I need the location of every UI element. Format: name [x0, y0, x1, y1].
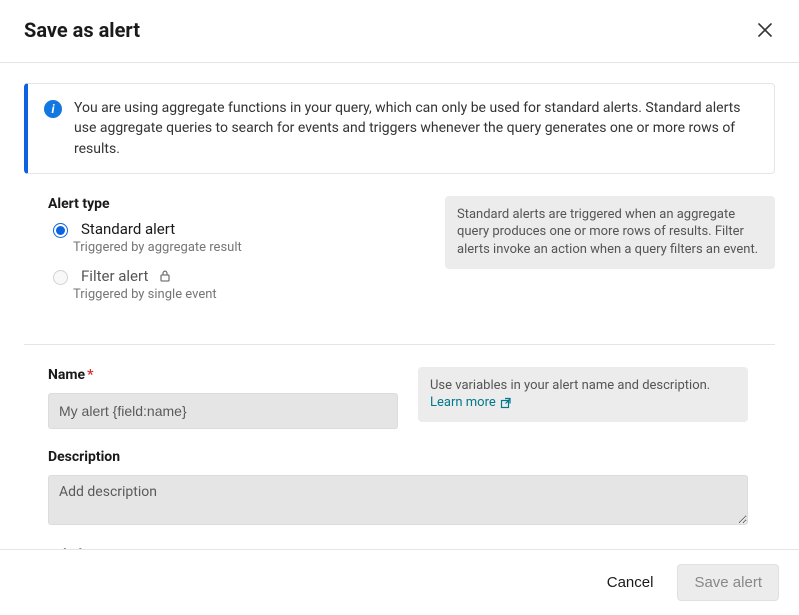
- alert-type-label: Alert type: [48, 196, 425, 212]
- description-label: Description: [48, 449, 775, 465]
- radio-standard-alert[interactable]: Standard alert: [48, 220, 425, 238]
- dialog-header: Save as alert: [0, 0, 799, 62]
- divider: [24, 344, 775, 345]
- radio-standard-label: Standard alert: [81, 220, 175, 238]
- required-asterisk: *: [87, 367, 93, 383]
- description-row: Description: [24, 449, 775, 529]
- info-banner: i You are using aggregate functions in y…: [24, 83, 775, 174]
- info-text: You are using aggregate functions in you…: [74, 98, 758, 159]
- lock-icon: [158, 269, 172, 283]
- alert-type-section: Alert type Standard alert Triggered by a…: [24, 196, 775, 314]
- dialog-title: Save as alert: [24, 18, 140, 42]
- name-label-text: Name: [48, 367, 85, 383]
- name-hint: Use variables in your alert name and des…: [418, 367, 748, 422]
- learn-more-link[interactable]: Learn more: [430, 394, 512, 412]
- name-row: Name* Use variables in your alert name a…: [24, 367, 775, 429]
- save-alert-button[interactable]: Save alert: [677, 564, 779, 601]
- name-input[interactable]: [48, 393, 398, 429]
- radio-standard-input[interactable]: [53, 223, 68, 238]
- dialog-content: i You are using aggregate functions in y…: [0, 62, 799, 552]
- description-input[interactable]: [48, 475, 748, 525]
- close-icon: [758, 23, 772, 37]
- info-icon: i: [44, 100, 62, 118]
- radio-filter-label: Filter alert: [81, 267, 148, 285]
- alert-type-hint: Standard alerts are triggered when an ag…: [445, 196, 775, 269]
- radio-standard-sub: Triggered by aggregate result: [73, 240, 425, 255]
- close-button[interactable]: [755, 20, 775, 40]
- radio-filter-sub: Triggered by single event: [73, 287, 425, 302]
- dialog-footer: Cancel Save alert: [0, 549, 799, 615]
- radio-filter-alert: Filter alert: [48, 267, 425, 285]
- radio-filter-input: [53, 270, 68, 285]
- learn-more-text: Learn more: [430, 394, 496, 412]
- name-label: Name*: [48, 367, 398, 383]
- cancel-button[interactable]: Cancel: [603, 566, 658, 599]
- external-link-icon: [500, 397, 512, 409]
- name-hint-text: Use variables in your alert name and des…: [430, 378, 710, 393]
